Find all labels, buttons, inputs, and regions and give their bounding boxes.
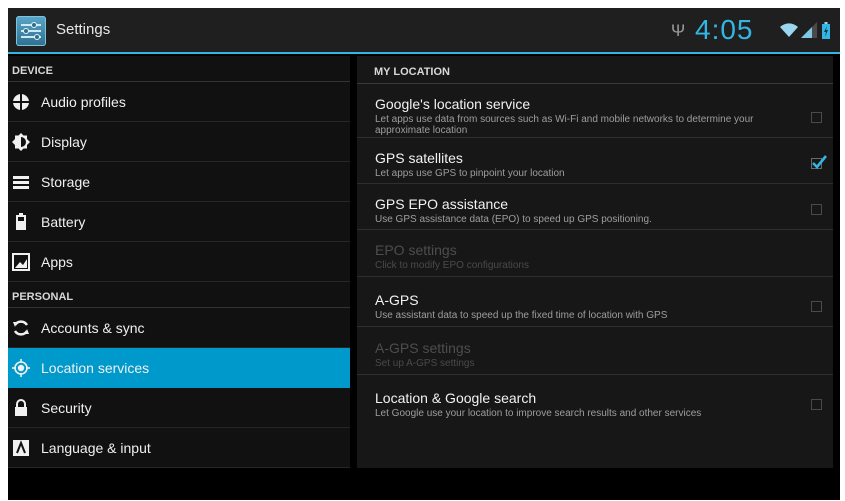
pref-title: GPS EPO assistance xyxy=(375,196,509,212)
storage-icon xyxy=(13,176,29,189)
pref-summary: Use GPS assistance data (EPO) to speed u… xyxy=(375,214,652,225)
audio-profiles-icon xyxy=(12,93,30,111)
pref-summary: Use assistant data to speed up the fixed… xyxy=(375,310,668,321)
sidebar-item-accounts-sync[interactable]: Accounts & sync xyxy=(8,308,350,348)
pref-title: GPS satellites xyxy=(375,150,463,166)
sidebar-item-label: Display xyxy=(41,134,87,150)
sidebar-item-label: Battery xyxy=(41,214,86,230)
section-header-label: MY LOCATION xyxy=(374,66,450,78)
pref-gps-epo-assistance[interactable]: GPS EPO assistance Use GPS assistance da… xyxy=(357,184,833,230)
display-icon xyxy=(12,133,30,151)
sidebar-item-security[interactable]: Security xyxy=(8,388,350,428)
battery-icon xyxy=(822,22,830,39)
action-bar: Settings Ψ 4:05 xyxy=(8,8,840,54)
pref-title: A-GPS xyxy=(375,292,419,308)
sidebar-item-label: Accounts & sync xyxy=(41,320,145,336)
sync-icon xyxy=(13,320,29,336)
pref-summary: Let Google use your location to improve … xyxy=(375,408,702,419)
section-header-my-location: MY LOCATION xyxy=(357,56,833,84)
sidebar-item-display[interactable]: Display xyxy=(8,122,350,162)
pref-a-gps-settings: A-GPS settings Set up A-GPS settings xyxy=(357,327,833,375)
sidebar-item-label: Audio profiles xyxy=(41,94,126,110)
sidebar-item-language-input[interactable]: Language & input xyxy=(8,428,350,468)
sidebar-item-location-services[interactable]: Location services xyxy=(8,348,350,388)
app-title: Settings xyxy=(56,21,111,38)
usb-icon: Ψ xyxy=(671,21,686,40)
sidebar-item-label: Language & input xyxy=(41,440,151,456)
pref-summary: Let apps use GPS to pinpoint your locati… xyxy=(375,168,565,179)
checkbox-location-google-search[interactable] xyxy=(811,399,822,410)
checkbox-a-gps[interactable] xyxy=(811,301,822,312)
section-header-personal: PERSONAL xyxy=(8,282,350,308)
checkbox-gps-epo-assistance[interactable] xyxy=(811,204,822,215)
pref-title: EPO settings xyxy=(375,242,457,258)
pref-summary: Click to modify EPO configurations xyxy=(375,260,529,271)
keyboard-icon xyxy=(13,440,29,456)
pref-location-google-search[interactable]: Location & Google search Let Google use … xyxy=(357,375,833,435)
signal-icon xyxy=(801,22,817,38)
pref-summary: Let apps use data from sources such as W… xyxy=(375,114,754,136)
pref-title: Google's location service xyxy=(375,96,531,112)
status-clock: 4:05 xyxy=(695,14,754,45)
sidebar-item-apps[interactable]: Apps xyxy=(8,242,350,282)
checkbox-gps-satellites[interactable] xyxy=(811,155,827,169)
sidebar-item-storage[interactable]: Storage xyxy=(8,162,350,202)
settings-sidebar: DEVICE Audio profiles Display Storage Ba… xyxy=(8,56,350,468)
tablet-screen: Settings Ψ 4:05 DEVICE Audio profiles Di… xyxy=(8,8,840,500)
location-settings-panel: MY LOCATION Google's location service Le… xyxy=(357,56,833,468)
checkmark-icon xyxy=(812,155,827,169)
settings-sliders-icon[interactable] xyxy=(16,16,46,46)
checkbox-google-location-service[interactable] xyxy=(811,112,822,123)
wifi-icon xyxy=(780,23,798,37)
sidebar-item-label: Security xyxy=(41,400,92,416)
section-header-device: DEVICE xyxy=(8,56,350,82)
apps-icon xyxy=(12,253,30,271)
pref-epo-settings: EPO settings Click to modify EPO configu… xyxy=(357,230,833,277)
pref-title: A-GPS settings xyxy=(375,340,471,356)
pref-google-location-service[interactable]: Google's location service Let apps use d… xyxy=(357,84,833,138)
sidebar-item-label: Storage xyxy=(41,174,91,190)
system-nav-bar xyxy=(8,468,840,500)
sidebar-item-battery[interactable]: Battery xyxy=(8,202,350,242)
pref-title: Location & Google search xyxy=(375,390,537,406)
sidebar-item-label: Apps xyxy=(41,254,73,270)
pref-summary: Set up A-GPS settings xyxy=(375,358,475,369)
sidebar-item-label: Location services xyxy=(41,360,150,376)
battery-icon xyxy=(16,213,26,230)
pref-gps-satellites[interactable]: GPS satellites Let apps use GPS to pinpo… xyxy=(357,138,833,184)
location-icon xyxy=(12,359,30,377)
sidebar-item-audio-profiles[interactable]: Audio profiles xyxy=(8,82,350,122)
pref-a-gps[interactable]: A-GPS Use assistant data to speed up the… xyxy=(357,277,833,327)
lock-icon xyxy=(15,399,27,416)
